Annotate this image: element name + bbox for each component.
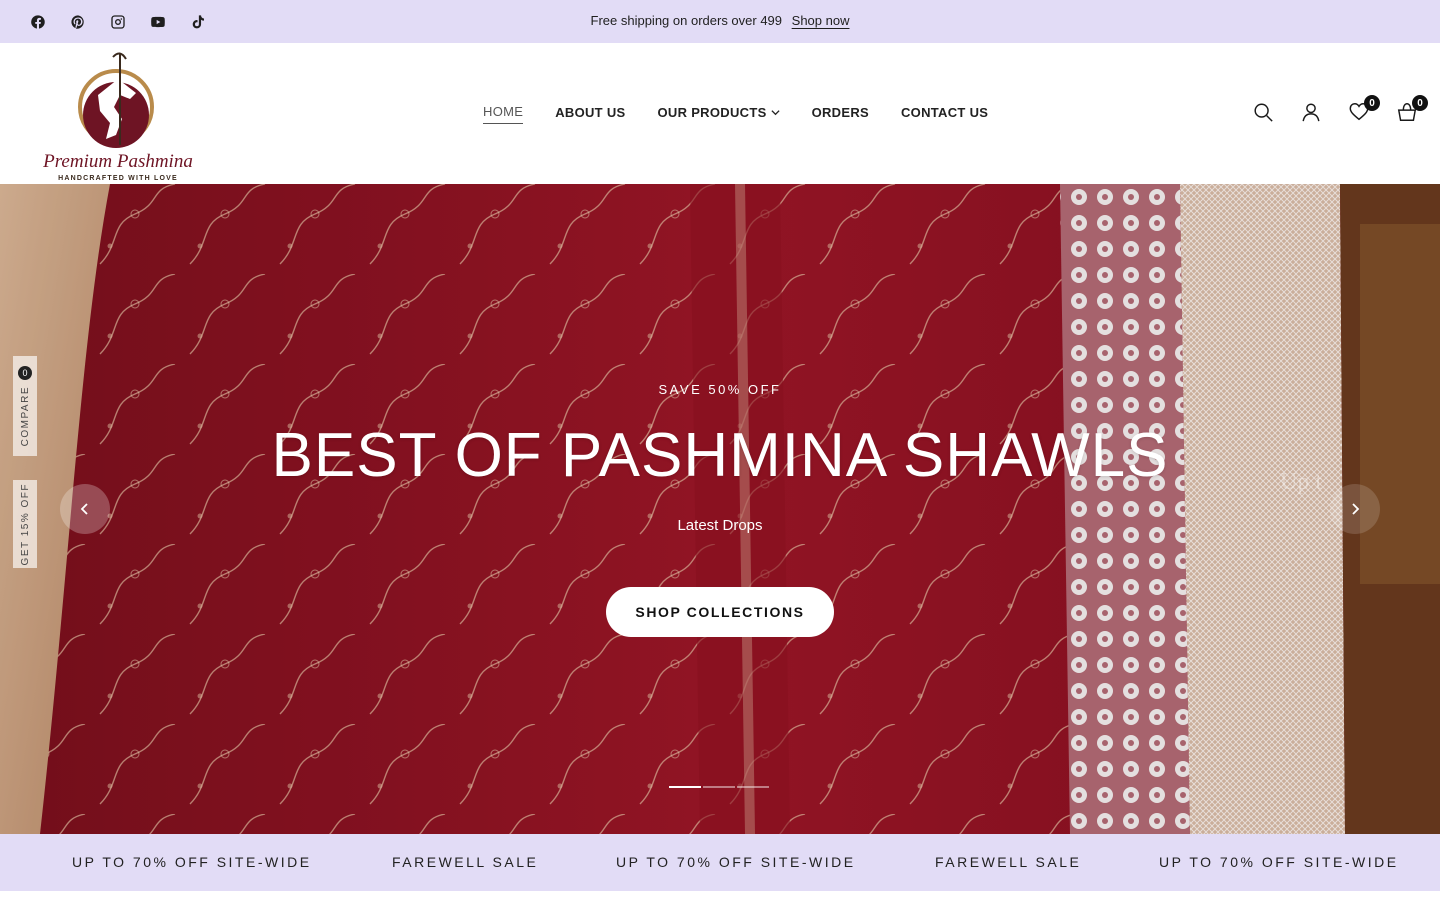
hero-eyebrow: SAVE 50% OFF	[658, 382, 782, 397]
nav-our-products[interactable]: OUR PRODUCTS	[658, 104, 780, 124]
user-icon[interactable]	[1300, 101, 1322, 123]
cart-count-badge: 0	[1412, 95, 1428, 111]
nav-contact-us[interactable]: CONTACT US	[901, 104, 988, 124]
logo[interactable]: Premium Pashmina HANDCRAFTED WITH LOVE	[40, 49, 196, 183]
slide-next-button[interactable]	[1330, 484, 1380, 534]
heart-icon[interactable]: 0	[1348, 95, 1380, 123]
chevron-down-icon	[770, 105, 780, 120]
shop-now-link[interactable]: Shop now	[792, 13, 850, 28]
logo-brand: Premium Pashmina	[42, 151, 193, 172]
announcement-message: Free shipping on orders over 499 Shop no…	[0, 13, 1440, 28]
chevron-left-icon	[80, 503, 88, 515]
logo-emblem: Premium Pashmina HANDCRAFTED WITH LOVE	[42, 52, 193, 182]
nav-orders[interactable]: ORDERS	[812, 104, 869, 124]
announcement-bar: Free shipping on orders over 499 Shop no…	[0, 0, 1440, 43]
marquee-item: UP TO 70% OFF SITE-WIDE	[1159, 854, 1399, 870]
main-nav: HOME ABOUT US OUR PRODUCTS ORDERS CONTAC…	[483, 104, 988, 124]
chevron-right-icon	[1352, 503, 1360, 515]
slide-indicators	[669, 786, 769, 788]
nav-contact-label: CONTACT US	[900, 104, 989, 120]
slide-prev-button[interactable]	[60, 484, 110, 534]
nav-about-us[interactable]: ABOUT US	[555, 104, 625, 124]
compare-count-badge: 0	[18, 365, 32, 380]
cart-icon[interactable]: 0	[1396, 95, 1428, 123]
search-icon[interactable]	[1252, 101, 1274, 123]
logo-tagline: HANDCRAFTED WITH LOVE	[58, 175, 178, 182]
nav-home[interactable]: HOME	[483, 104, 524, 124]
nav-orders-label: ORDERS	[811, 104, 869, 120]
hero-headline: BEST OF PASHMINA SHAWLS	[271, 421, 1169, 490]
marquee-item: FAREWELL SALE	[935, 854, 1082, 870]
shop-collections-button[interactable]: SHOP COLLECTIONS	[606, 587, 834, 637]
wishlist-count-badge: 0	[1364, 95, 1380, 111]
nav-home-label: HOME	[483, 104, 524, 119]
next-slide-preview-text: Up t	[1280, 469, 1322, 495]
slide-dot-2[interactable]	[703, 786, 735, 788]
marquee-item: UP TO 70% OFF SITE-WIDE	[72, 854, 312, 870]
announcement-text: Free shipping on orders over 499	[590, 13, 783, 28]
marquee-item: UP TO 70% OFF SITE-WIDE	[616, 854, 856, 870]
slide-dot-1[interactable]	[669, 786, 701, 788]
promo-marquee: UP TO 70% OFF SITE-WIDE FAREWELL SALE UP…	[0, 834, 1440, 891]
hero-image	[0, 184, 1440, 834]
nav-about-label: ABOUT US	[555, 104, 626, 120]
nav-products-label: OUR PRODUCTS	[657, 104, 767, 120]
hero-slideshow: 0 COMPARE GET 15% OFF SAVE 50% OFF BEST …	[0, 184, 1440, 834]
hero-subline: Latest Drops	[677, 517, 763, 534]
marquee-item: FAREWELL SALE	[392, 854, 539, 870]
header-actions: 0 0	[1252, 95, 1428, 123]
site-header: Premium Pashmina HANDCRAFTED WITH LOVE H…	[0, 43, 1440, 184]
slide-dot-3[interactable]	[737, 786, 769, 788]
